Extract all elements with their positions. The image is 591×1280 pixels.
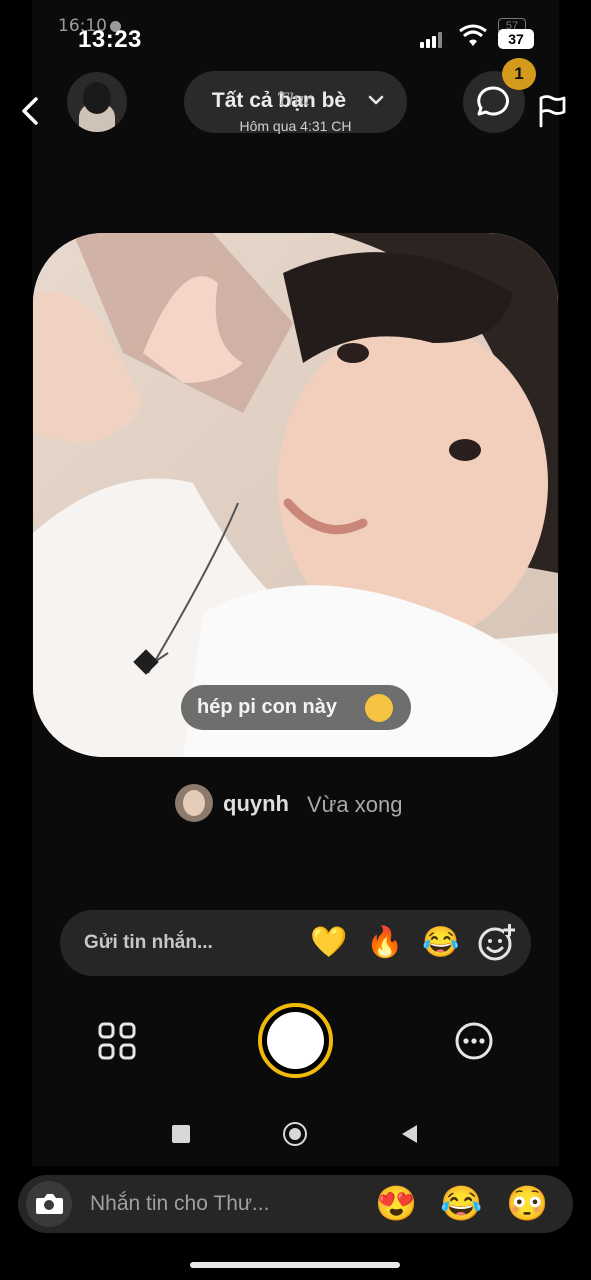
message-input[interactable]: Gửi tin nhắn... <box>84 932 213 954</box>
wifi-icon <box>459 24 487 46</box>
caption-text: hép pi con này <box>197 696 338 718</box>
clock: 13:23 <box>78 26 142 53</box>
reaction-laugh[interactable]: 😂 <box>422 925 459 961</box>
home-indicator[interactable] <box>190 1262 400 1268</box>
direct-message-bar[interactable]: Nhắn tin cho Thư... 😍 😂 😳 <box>18 1175 573 1233</box>
chevron-left-icon <box>22 97 38 125</box>
shutter-button[interactable] <box>258 1003 333 1078</box>
camera-button[interactable] <box>26 1181 72 1227</box>
party-face-emoji <box>365 694 393 722</box>
chevron-down-icon <box>368 95 384 105</box>
back-button[interactable] <box>14 93 50 129</box>
dm-emoji-flushed[interactable]: 😳 <box>506 1183 548 1225</box>
profile-avatar[interactable] <box>67 72 127 132</box>
dm-emoji-heart-eyes[interactable]: 😍 <box>375 1183 417 1225</box>
ghost-friend-name: Thư <box>277 90 311 110</box>
author-avatar[interactable] <box>175 784 213 822</box>
home-button[interactable] <box>283 1122 307 1146</box>
post-photo[interactable] <box>33 233 558 757</box>
photo-caption: hép pi con này <box>181 685 411 730</box>
dm-input[interactable]: Nhắn tin cho Thư... <box>90 1192 269 1216</box>
flag-button[interactable] <box>536 94 568 128</box>
selfie-image <box>33 233 558 757</box>
grid-icon[interactable] <box>98 1022 136 1060</box>
post-timestamp: Hôm qua 4:31 CH <box>239 118 352 134</box>
battery-indicator: 37 <box>498 29 534 49</box>
post-relative-time: Vừa xong <box>307 792 403 817</box>
status-bar: 16:10 13:23 57 37 <box>0 0 591 64</box>
flag-icon <box>539 95 566 128</box>
dm-emoji-laugh[interactable]: 😂 <box>440 1183 482 1225</box>
reaction-yellow-heart[interactable]: 💛 <box>310 925 347 961</box>
recents-button[interactable] <box>172 1125 190 1143</box>
reaction-fire[interactable]: 🔥 <box>366 925 403 961</box>
nav-back-button[interactable] <box>399 1123 419 1145</box>
author-name[interactable]: quynh <box>223 791 289 817</box>
cellular-signal-icon <box>420 32 442 48</box>
more-horizontal-icon[interactable] <box>455 1022 493 1060</box>
add-reaction-icon[interactable] <box>477 924 515 962</box>
message-bar[interactable]: Gửi tin nhắn... 💛 🔥 😂 <box>60 910 531 976</box>
chat-unread-badge: 1 <box>502 58 536 90</box>
camera-icon <box>36 1194 63 1214</box>
